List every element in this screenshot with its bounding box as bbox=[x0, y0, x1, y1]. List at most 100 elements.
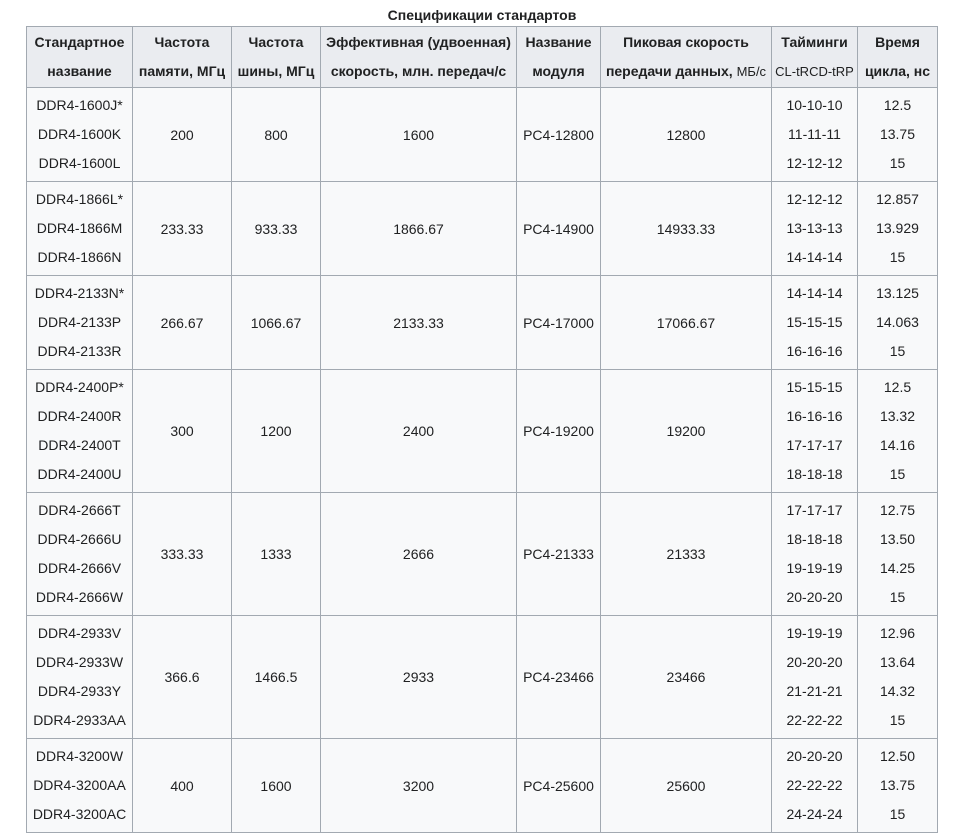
cycle-time-cell-line: 12.96 bbox=[879, 625, 916, 641]
header-effective-speed: Эффективная (удвоенная) скорость, млн. п… bbox=[320, 26, 517, 88]
memory-frequency-cell: 266.67 bbox=[132, 275, 232, 370]
peak-transfer-rate-cell: 12800 bbox=[600, 87, 772, 182]
standard-name-cell-line: DDR4-2933AA bbox=[33, 712, 126, 728]
standard-name-cell-line: DDR4-2400P* bbox=[35, 379, 124, 395]
bus-frequency-cell: 1466.5 bbox=[231, 615, 321, 739]
standard-name-cell: DDR4-2666T DDR4-2666U DDR4-2666V DDR4-2666W bbox=[26, 492, 133, 616]
timings-cell-line: 12-12-12 bbox=[786, 191, 843, 207]
standard-name-cell-line: DDR4-3200W bbox=[35, 748, 124, 764]
cycle-time-cell-line: 13.75 bbox=[879, 777, 916, 793]
effective-speed-cell: 1866.67 bbox=[320, 181, 517, 276]
cycle-time-cell-line: 15 bbox=[889, 712, 906, 728]
standard-name-cell-line: DDR4-2666U bbox=[37, 531, 122, 547]
header-row: Стандартное название Частота памяти, МГц… bbox=[26, 26, 938, 88]
cycle-time-cell: 12.75 13.50 14.25 15 bbox=[857, 492, 938, 616]
standard-name-cell: DDR4-2933V DDR4-2933W DDR4-2933Y DDR4-2933A… bbox=[26, 615, 133, 739]
timings-cell-line: 17-17-17 bbox=[786, 437, 843, 453]
timings-cell-line: 21-21-21 bbox=[786, 683, 843, 699]
bus-frequency-cell: 1200 bbox=[231, 369, 321, 493]
timings-cell-line: 22-22-22 bbox=[786, 777, 843, 793]
cycle-time-cell-line: 14.32 bbox=[879, 683, 916, 699]
module-name-cell: PC4-14900 bbox=[516, 181, 601, 276]
timings-cell-line: 14-14-14 bbox=[786, 249, 843, 265]
standard-name-cell-line: DDR4-2933V bbox=[37, 625, 122, 641]
cycle-time-cell-line: 12.50 bbox=[879, 748, 916, 764]
table-row: DDR4-2933V DDR4-2933W DDR4-2933Y DDR4-2933A… bbox=[26, 615, 938, 739]
timings-cell-line: 12-12-12 bbox=[786, 155, 843, 171]
standard-name-cell: DDR4-1600J* DDR4-1600K DDR4-1600L bbox=[26, 87, 133, 182]
timings-cell-line: 11-11-11 bbox=[788, 126, 841, 142]
module-name-cell: PC4-17000 bbox=[516, 275, 601, 370]
standard-name-cell-line: DDR4-1600K bbox=[37, 126, 122, 142]
cycle-time-cell-line: 12.857 bbox=[876, 191, 919, 207]
standard-name-cell: DDR4-2400P* DDR4-2400R DDR4-2400T DDR4-2400… bbox=[26, 369, 133, 493]
header-cycle-time: Время цикла, нс bbox=[857, 26, 938, 88]
table-body: DDR4-1600J* DDR4-1600K DDR4-1600L 200 800 160… bbox=[26, 87, 938, 833]
cycle-time-cell: 13.125 14.063 15 bbox=[857, 275, 938, 370]
table-row: DDR4-2400P* DDR4-2400R DDR4-2400T DDR4-2400… bbox=[26, 369, 938, 493]
standard-name-cell-line: DDR4-2666V bbox=[37, 560, 122, 576]
timings-cell-line: 13-13-13 bbox=[786, 220, 843, 236]
cycle-time-cell-line: 15 bbox=[889, 155, 906, 171]
peak-transfer-rate-cell: 23466 bbox=[600, 615, 772, 739]
timings-cell-line: 20-20-20 bbox=[786, 748, 843, 764]
table-row: DDR4-3200W DDR4-3200AA DDR4-3200AC 400 1600 3… bbox=[26, 738, 938, 833]
standard-name-cell-line: DDR4-1600J* bbox=[36, 97, 123, 113]
timings-cell: 12-12-12 13-13-13 14-14-14 bbox=[771, 181, 858, 276]
timings-cell: 19-19-19 20-20-20 21-21-21 22-22-22 bbox=[771, 615, 858, 739]
table-caption: Спецификации стандартов bbox=[387, 7, 577, 23]
cycle-time-cell-line: 13.75 bbox=[879, 126, 916, 142]
standard-name-cell-line: DDR4-2133N* bbox=[34, 285, 125, 301]
bus-frequency-cell: 1600 bbox=[231, 738, 321, 833]
standard-name-cell-line: DDR4-1866M bbox=[36, 220, 123, 236]
timings-cell: 10-10-10 11-11-11 12-12-12 bbox=[771, 87, 858, 182]
standard-name-cell-line: DDR4-2400R bbox=[37, 408, 122, 424]
cycle-time-cell-line: 14.25 bbox=[879, 560, 916, 576]
timings-cell-line: 14-14-14 bbox=[786, 285, 843, 301]
cycle-time-cell: 12.50 13.75 15 bbox=[857, 738, 938, 833]
module-name-cell: PC4-19200 bbox=[516, 369, 601, 493]
timings-cell: 20-20-20 22-22-22 24-24-24 bbox=[771, 738, 858, 833]
module-name-cell: PC4-23466 bbox=[516, 615, 601, 739]
standard-name-cell-line: DDR4-2133P bbox=[37, 314, 122, 330]
module-name-cell: PC4-25600 bbox=[516, 738, 601, 833]
standard-name-cell: DDR4-2133N* DDR4-2133P DDR4-2133R bbox=[26, 275, 133, 370]
header-standard-name: Стандартное название bbox=[26, 26, 133, 88]
standard-name-cell-line: DDR4-2133R bbox=[37, 343, 122, 359]
cycle-time-cell-line: 13.929 bbox=[876, 220, 919, 236]
timings-cell-line: 20-20-20 bbox=[786, 589, 843, 605]
memory-frequency-cell: 300 bbox=[132, 369, 232, 493]
standard-name-cell-line: DDR4-3200AA bbox=[33, 777, 126, 793]
standard-name-cell-line: DDR4-2666T bbox=[38, 502, 121, 518]
effective-speed-cell: 2400 bbox=[320, 369, 517, 493]
standard-name-cell-line: DDR4-3200AC bbox=[32, 806, 127, 822]
effective-speed-cell: 1600 bbox=[320, 87, 517, 182]
standard-name-cell-line: DDR4-1866L* bbox=[35, 191, 124, 207]
timings-cell-line: 19-19-19 bbox=[786, 625, 843, 641]
peak-transfer-rate-cell: 19200 bbox=[600, 369, 772, 493]
cycle-time-cell: 12.5 13.75 15 bbox=[857, 87, 938, 182]
timings-cell-line: 18-18-18 bbox=[786, 531, 843, 547]
effective-speed-cell: 3200 bbox=[320, 738, 517, 833]
timings-cell-line: 18-18-18 bbox=[786, 466, 843, 482]
peak-transfer-rate-cell: 14933.33 bbox=[600, 181, 772, 276]
cycle-time-cell-line: 15 bbox=[889, 806, 906, 822]
effective-speed-cell: 2933 bbox=[320, 615, 517, 739]
table-row: DDR4-1600J* DDR4-1600K DDR4-1600L 200 800 160… bbox=[26, 87, 938, 182]
timings-cell-line: 16-16-16 bbox=[786, 408, 843, 424]
ddr4-spec-table: Стандартное название Частота памяти, МГц… bbox=[26, 26, 938, 833]
memory-frequency-cell: 400 bbox=[132, 738, 232, 833]
cycle-time-cell-line: 13.32 bbox=[879, 408, 916, 424]
standard-name-cell: DDR4-1866L* DDR4-1866M DDR4-1866N bbox=[26, 181, 133, 276]
standard-name-cell-line: DDR4-1866N bbox=[37, 249, 122, 265]
module-name-cell: PC4-12800 bbox=[516, 87, 601, 182]
timings-cell-line: 10-10-10 bbox=[786, 97, 843, 113]
timings-cell: 15-15-15 16-16-16 17-17-17 18-18-18 bbox=[771, 369, 858, 493]
standard-name-cell: DDR4-3200W DDR4-3200AA DDR4-3200AC bbox=[26, 738, 133, 833]
cycle-time-cell-line: 12.75 bbox=[879, 502, 916, 518]
timings-cell-line: 24-24-24 bbox=[786, 806, 843, 822]
module-name-cell: PC4-21333 bbox=[516, 492, 601, 616]
standard-name-cell-line: DDR4-2400T bbox=[38, 437, 121, 453]
timings-cell-line: 15-15-15 bbox=[786, 379, 843, 395]
memory-frequency-cell: 200 bbox=[132, 87, 232, 182]
